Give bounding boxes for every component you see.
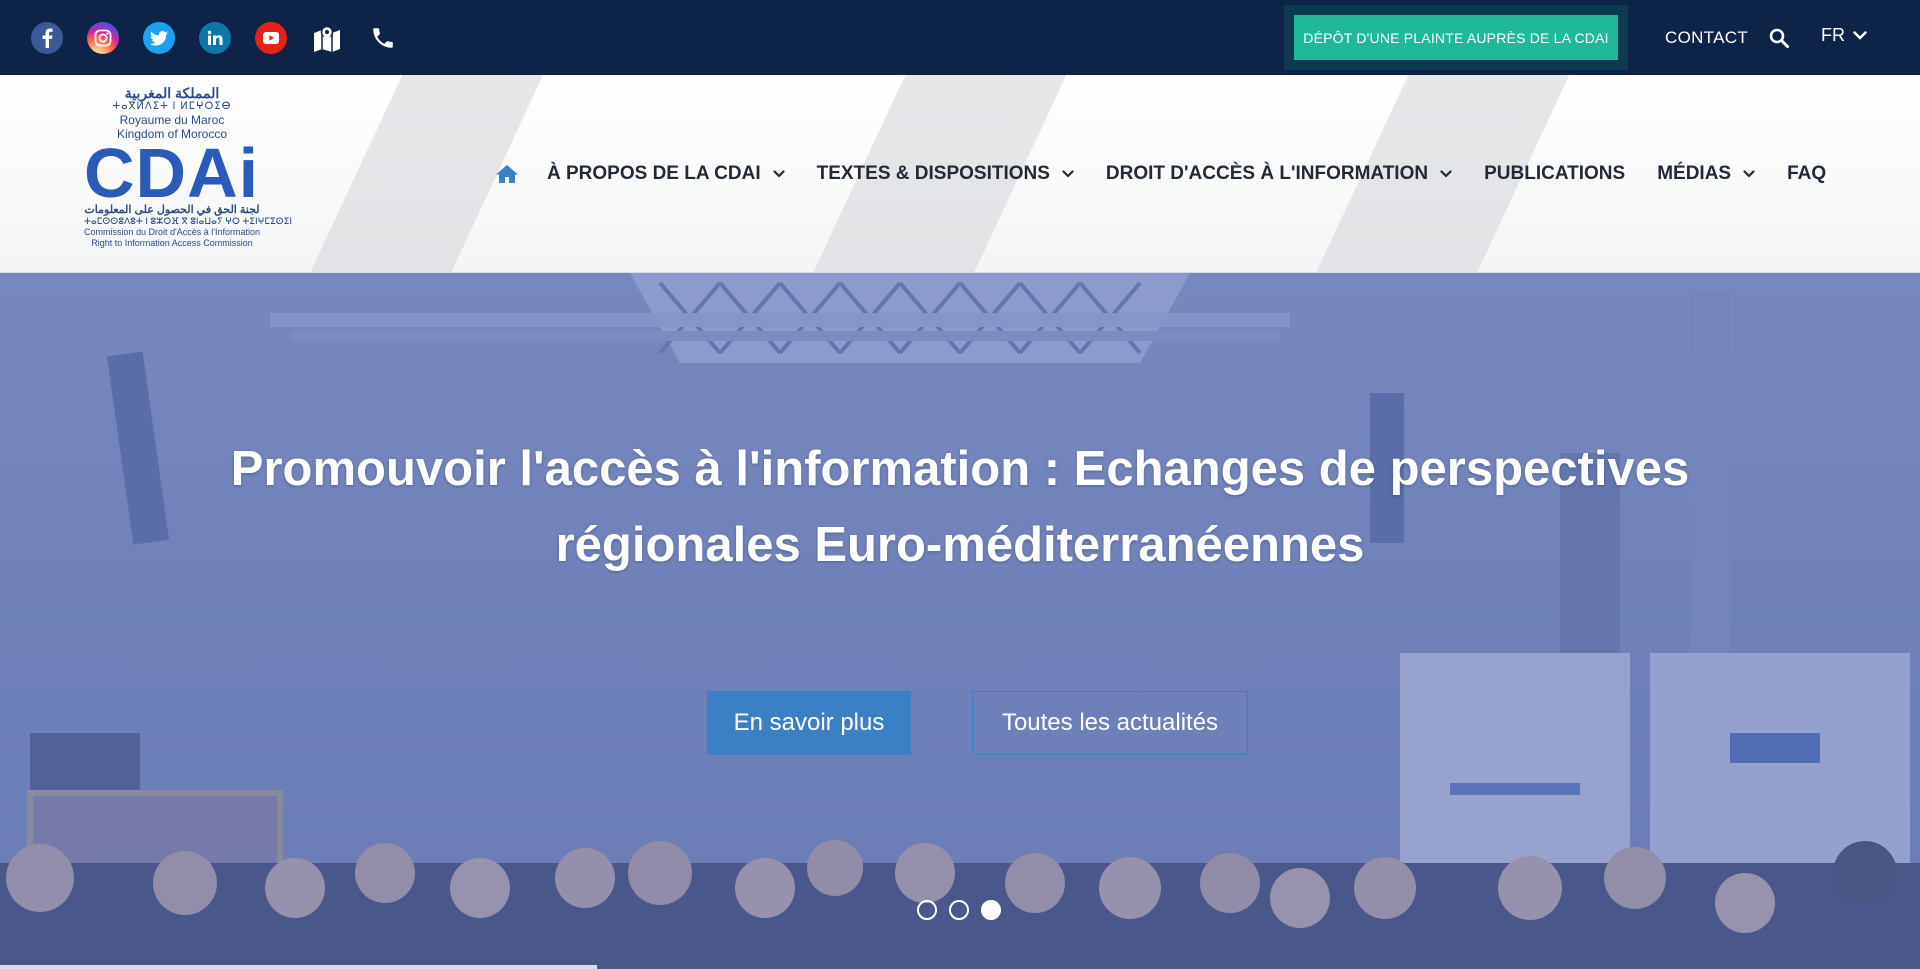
menu-item-access-right[interactable]: DROIT D'ACCÈS À L'INFORMATION [1106,163,1452,185]
linkedin-icon[interactable] [199,22,231,54]
menu-item-faq[interactable]: FAQ [1787,163,1826,185]
chevron-down-icon [1853,31,1867,40]
slider-dot-2[interactable] [949,900,969,920]
slider-dots [917,900,1013,920]
phone-icon[interactable] [367,22,399,54]
hero-slider: Promouvoir l'accès à l'information : Ech… [0,273,1920,969]
map-icon[interactable] [311,22,343,54]
slider-progress-bar [0,965,597,969]
menu-item-media[interactable]: MÉDIAS [1657,163,1755,185]
menu-item-publications[interactable]: PUBLICATIONS [1484,163,1625,185]
chevron-down-icon [772,170,785,178]
all-news-button[interactable]: Toutes les actualités [972,691,1248,755]
social-links [31,21,423,55]
search-icon[interactable] [1769,28,1789,48]
chevron-down-icon [1062,170,1074,178]
hero-title-line-2: régionales Euro-méditerranéennes [555,518,1365,572]
instagram-icon[interactable] [87,22,119,54]
language-label: FR [1821,25,1845,45]
hero-title-line-1: Promouvoir l'accès à l'information : Ech… [230,442,1690,496]
slider-dot-3[interactable] [981,900,1001,920]
slider-dot-1[interactable] [917,900,937,920]
main-header: المملكة المغربية ⵜⴰⴳⵍⴷⵉⵜ ⵏ ⵍⵎⵖⵔⵉⴱ Royaum… [0,75,1920,273]
hero-tint-overlay [0,273,1920,969]
logo-french-country: Royaume du Maroc [119,113,225,127]
youtube-icon[interactable] [255,22,287,54]
home-icon[interactable] [495,164,519,184]
chevron-down-icon [1440,170,1452,178]
twitter-icon[interactable] [143,22,175,54]
logo-tifinagh-name: ⵜⴰⵎⵙⵙⵓⴷⵓⵜ ⵏ ⵓⵣⵔⴼ ⴳ ⵓⵏⴰⵡⴰⵢ ⵖⵔ ⵜⵉⵏⵖⵎⵉⵙⵉⵏ [84,216,293,226]
logo-acronym: CDAi [84,134,260,212]
logo-arabic-country: المملكة المغربية [124,85,220,101]
chevron-down-icon [1743,170,1755,178]
logo-french-name: Commission du Droit d'Accès à l'Informat… [84,227,261,237]
logo-arabic-name: لجنة الحق في الحصول على المعلومات [84,204,260,216]
learn-more-button[interactable]: En savoir plus [707,691,911,755]
complaint-button-frame: DÉPÔT D'UNE PLAINTE AUPRÈS DE LA CDAI [1284,5,1628,70]
cdai-logo[interactable]: المملكة المغربية ⵜⴰⴳⵍⴷⵉⵜ ⵏ ⵍⵎⵖⵔⵉⴱ Royaum… [84,85,293,263]
main-menu: À PROPOS DE LA CDAI TEXTES & DISPOSITION… [495,163,1826,185]
menu-item-texts[interactable]: TEXTES & DISPOSITIONS [817,163,1074,185]
hero-title: Promouvoir l'accès à l'information : Ech… [160,431,1760,583]
menu-item-about[interactable]: À PROPOS DE LA CDAI [547,163,785,185]
facebook-icon[interactable] [31,22,63,54]
language-selector[interactable]: FR [1821,25,1867,46]
contact-link[interactable]: CONTACT [1665,28,1748,48]
logo-english-name: Right to Information Access Commission [91,238,253,248]
complaint-button[interactable]: DÉPÔT D'UNE PLAINTE AUPRÈS DE LA CDAI [1294,15,1618,60]
top-bar: DÉPÔT D'UNE PLAINTE AUPRÈS DE LA CDAI CO… [0,0,1920,75]
logo-tifinagh-country: ⵜⴰⴳⵍⴷⵉⵜ ⵏ ⵍⵎⵖⵔⵉⴱ [112,101,232,112]
